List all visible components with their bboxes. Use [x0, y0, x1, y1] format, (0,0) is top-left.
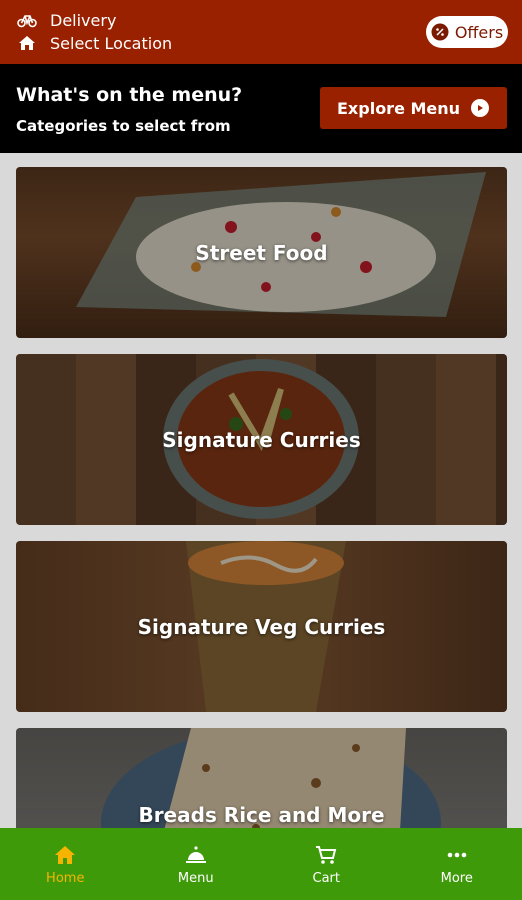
offers-button[interactable]: Offers	[426, 16, 508, 48]
cart-icon	[315, 843, 337, 867]
location-label: Select Location	[50, 33, 173, 53]
bicycle-icon	[16, 10, 38, 30]
home-icon	[16, 33, 38, 53]
nav-label: Home	[46, 870, 85, 886]
category-card-signature-curries[interactable]: Signature Curries	[16, 354, 507, 525]
bottom-navigation: Home Menu Cart More	[0, 828, 522, 900]
category-label: Street Food	[195, 240, 328, 265]
app-screen: Delivery Select Location Offers What's o…	[0, 0, 522, 900]
explore-menu-button[interactable]: Explore Menu	[320, 87, 507, 129]
nav-more[interactable]: More	[392, 828, 522, 900]
category-label: Signature Veg Curries	[137, 614, 386, 639]
cloche-icon	[185, 843, 207, 867]
offers-label: Offers	[454, 22, 504, 42]
explore-menu-label: Explore Menu	[337, 98, 461, 118]
more-dots-icon	[446, 843, 468, 867]
nav-cart[interactable]: Cart	[261, 828, 392, 900]
play-arrow-icon	[471, 99, 489, 117]
discount-badge-icon	[431, 23, 449, 41]
home-icon	[54, 843, 76, 867]
delivery-row[interactable]: Delivery	[16, 10, 116, 30]
nav-home[interactable]: Home	[0, 828, 131, 900]
nav-label: Cart	[312, 870, 341, 886]
category-label: Signature Curries	[162, 427, 361, 452]
menu-subtitle: Categories to select from	[16, 117, 231, 135]
nav-menu[interactable]: Menu	[131, 828, 262, 900]
category-card-signature-veg-curries[interactable]: Signature Veg Curries	[16, 541, 507, 712]
delivery-label: Delivery	[50, 10, 117, 30]
nav-label: More	[440, 870, 473, 886]
delivery-header: Delivery Select Location Offers	[0, 0, 522, 64]
menu-header: What's on the menu? Categories to select…	[0, 64, 522, 153]
nav-label: Menu	[177, 870, 214, 886]
menu-title: What's on the menu?	[16, 84, 243, 106]
category-card-street-food[interactable]: Street Food	[16, 167, 507, 338]
location-row[interactable]: Select Location	[16, 33, 172, 53]
